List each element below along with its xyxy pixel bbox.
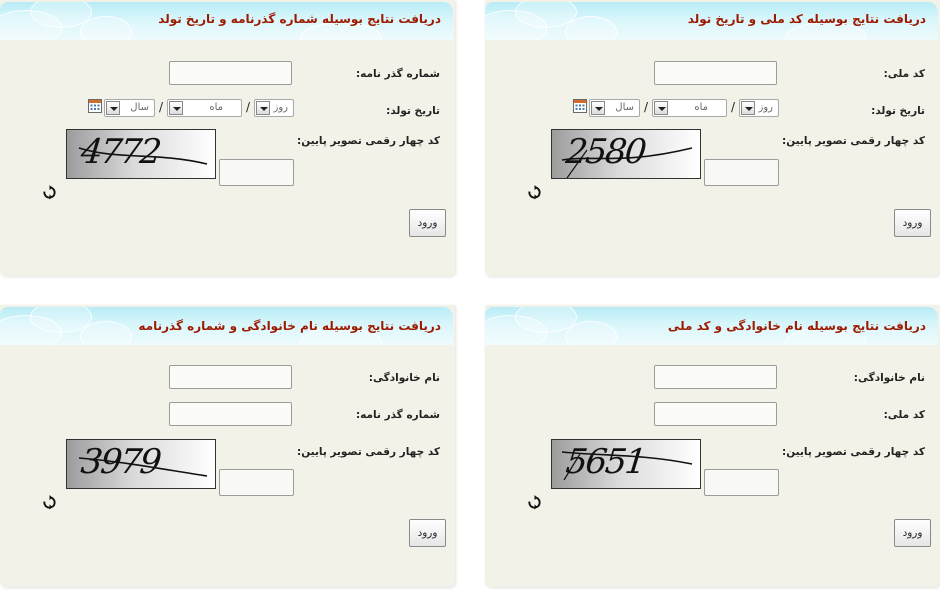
submit-button[interactable]: ورود (409, 519, 446, 547)
passport-number-label: شماره گذر نامه: (355, 68, 440, 80)
chevron-down-icon (106, 101, 120, 115)
day-select[interactable]: روز (254, 99, 294, 117)
passport-number-input[interactable] (169, 61, 292, 85)
birthdate-label: تاریخ تولد: (871, 105, 925, 117)
captcha-label: کد چهار رقمی تصویر پایین: (297, 135, 440, 147)
captcha-label: کد چهار رقمی تصویر پایین: (782, 446, 925, 458)
panel-family-name-national-id: دریافت نتایج بوسیله نام خانوادگی و کد مل… (485, 305, 940, 587)
captcha-input[interactable] (219, 469, 294, 496)
chevron-down-icon (169, 101, 183, 115)
month-select[interactable]: ماه (167, 99, 242, 117)
national-id-label: کد ملی: (883, 409, 925, 421)
chevron-down-icon (741, 101, 755, 115)
submit-button[interactable]: ورود (894, 519, 931, 547)
chevron-down-icon (256, 101, 270, 115)
panel-national-id-birthdate: دریافت نتایج بوسیله کد ملی و تاریخ تولد … (485, 0, 940, 276)
panel-header: دریافت نتایج بوسیله شماره گذرنامه و تاری… (0, 2, 453, 40)
year-select[interactable]: سال (104, 99, 155, 117)
panel-title: دریافت نتایج بوسیله نام خانوادگی و شماره… (138, 319, 441, 333)
refresh-icon[interactable] (527, 495, 542, 510)
chevron-down-icon (591, 101, 605, 115)
captcha-image: 2580 (551, 129, 701, 179)
date-separator: / (159, 100, 164, 114)
panel-title: دریافت نتایج بوسیله شماره گذرنامه و تاری… (158, 12, 441, 26)
birthdate-picker: سال / ماه / روز (573, 99, 783, 117)
month-select-value: ماه (694, 102, 708, 113)
refresh-icon[interactable] (42, 185, 57, 200)
date-separator: / (246, 100, 251, 114)
captcha-label: کد چهار رقمی تصویر پایین: (297, 446, 440, 458)
year-select-value: سال (130, 102, 149, 113)
calendar-icon[interactable] (88, 99, 102, 113)
captcha-image: 5651 (551, 439, 701, 489)
family-name-label: نام خانوادگی: (368, 372, 440, 384)
day-select-value: روز (273, 102, 289, 113)
date-separator: / (731, 100, 736, 114)
chevron-down-icon (654, 101, 668, 115)
panel-passport-birthdate: دریافت نتایج بوسیله شماره گذرنامه و تاری… (0, 0, 455, 276)
panel-family-name-passport: دریافت نتایج بوسیله نام خانوادگی و شماره… (0, 305, 455, 587)
year-select[interactable]: سال (589, 99, 640, 117)
national-id-input[interactable] (654, 61, 777, 85)
captcha-image: 4772 (66, 129, 216, 179)
calendar-icon[interactable] (573, 99, 587, 113)
panel-title: دریافت نتایج بوسیله کد ملی و تاریخ تولد (687, 12, 926, 26)
family-name-label: نام خانوادگی: (853, 372, 925, 384)
passport-number-label: شماره گذر نامه: (355, 409, 440, 421)
panel-header: دریافت نتایج بوسیله نام خانوادگی و کد مل… (485, 307, 938, 345)
refresh-icon[interactable] (42, 495, 57, 510)
submit-button[interactable]: ورود (894, 209, 931, 237)
national-id-input[interactable] (654, 402, 777, 426)
panel-title: دریافت نتایج بوسیله نام خانوادگی و کد مل… (667, 319, 926, 333)
panel-header: دریافت نتایج بوسیله نام خانوادگی و شماره… (0, 307, 453, 345)
panel-header: دریافت نتایج بوسیله کد ملی و تاریخ تولد (485, 2, 938, 40)
passport-number-input[interactable] (169, 402, 292, 426)
family-name-input[interactable] (654, 365, 777, 389)
national-id-label: کد ملی: (883, 68, 925, 80)
refresh-icon[interactable] (527, 185, 542, 200)
birthdate-label: تاریخ تولد: (386, 105, 440, 117)
year-select-value: سال (615, 102, 634, 113)
month-select-value: ماه (209, 102, 223, 113)
captcha-input[interactable] (219, 159, 294, 186)
captcha-input[interactable] (704, 469, 779, 496)
submit-button[interactable]: ورود (409, 209, 446, 237)
day-select[interactable]: روز (739, 99, 779, 117)
day-select-value: روز (758, 102, 774, 113)
date-separator: / (644, 100, 649, 114)
captcha-label: کد چهار رقمی تصویر پایین: (782, 135, 925, 147)
month-select[interactable]: ماه (652, 99, 727, 117)
family-name-input[interactable] (169, 365, 292, 389)
captcha-image: 3979 (66, 439, 216, 489)
captcha-input[interactable] (704, 159, 779, 186)
birthdate-picker: سال / ماه / روز (88, 99, 298, 117)
